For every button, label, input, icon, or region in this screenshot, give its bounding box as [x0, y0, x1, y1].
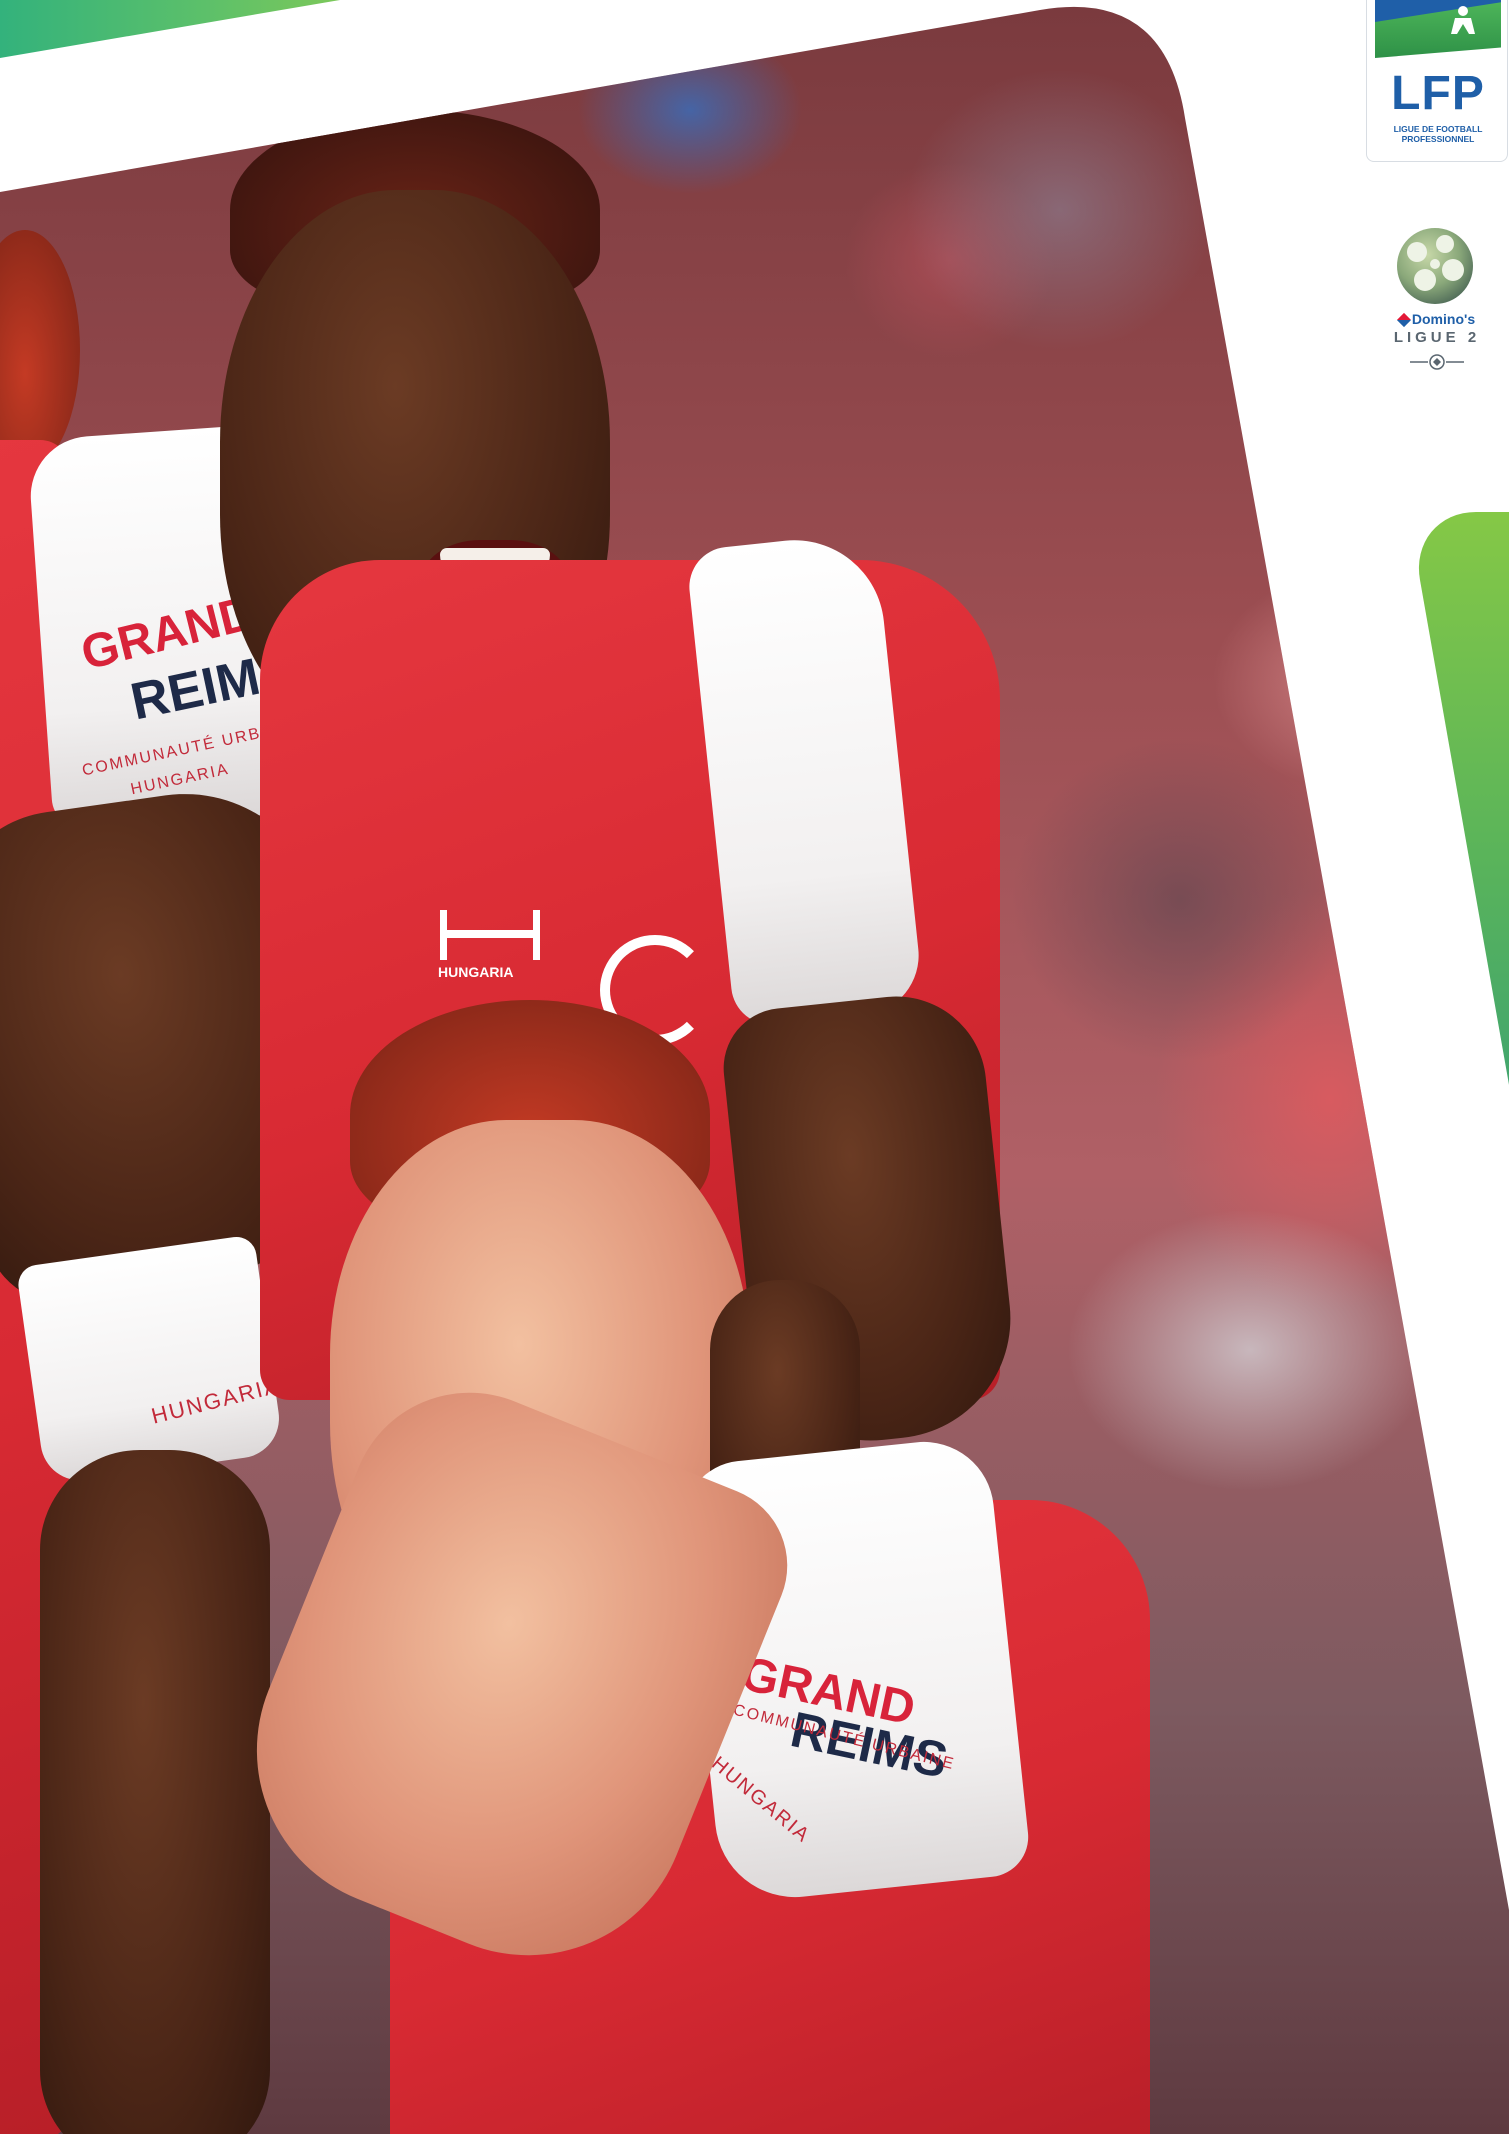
jersey-hummel-logo: HUNGARIA: [438, 964, 514, 980]
ligue2-ball-icon: [1397, 228, 1473, 304]
ligue2-sponsor-text: Domino's: [1411, 311, 1476, 327]
lfp-logo-subtitle: LIGUE DE FOOTBALL PROFESSIONNEL: [1393, 124, 1483, 145]
lfp-logo-text: LFP: [1391, 67, 1485, 120]
dominos-icon: [1396, 312, 1411, 328]
decorative-green-side-bar: [1408, 512, 1509, 1272]
lfp-logo: LFP LIGUE DE FOOTBALL PROFESSIONNEL: [1366, 0, 1508, 162]
ligue2-name-text: LIGUE 2: [1393, 329, 1481, 346]
lfp-player-icon: [1451, 6, 1475, 34]
ligue2-logo: Domino's LIGUE 2: [1382, 226, 1492, 376]
left-player-shorts: [16, 1234, 284, 1485]
hero-photo: GRAND REIMS COMMUNAUTÉ URBAINE HUNGARIA …: [0, 0, 1509, 2134]
jersey-h-logo: [440, 910, 540, 960]
left-player-leg: [40, 1450, 270, 2134]
decorative-green-band: [0, 0, 340, 58]
ligue2-emblem-icon: [1410, 354, 1464, 370]
